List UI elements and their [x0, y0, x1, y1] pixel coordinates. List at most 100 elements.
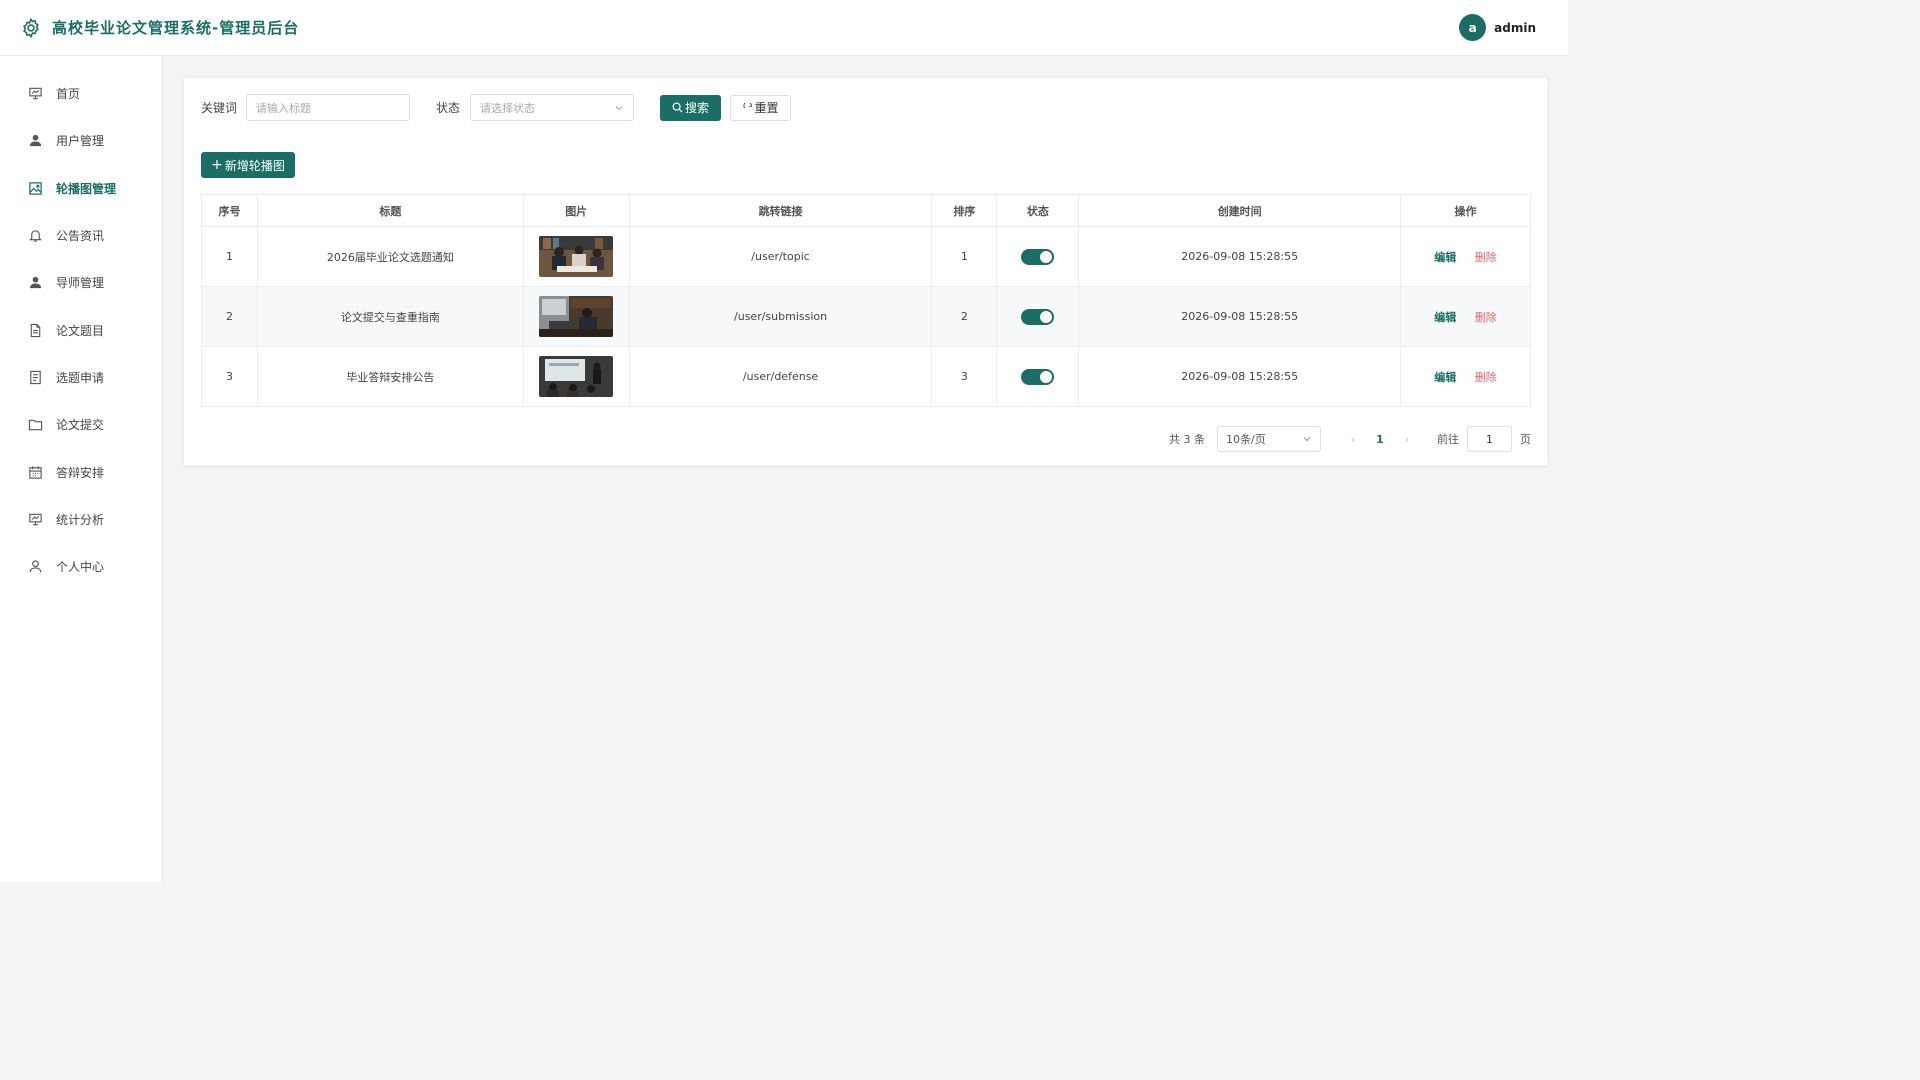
reset-button-label: 重置: [754, 101, 779, 115]
reset-button[interactable]: 重置: [730, 94, 792, 121]
next-page-icon[interactable]: ›: [1397, 433, 1417, 446]
status-toggle[interactable]: [1021, 368, 1055, 385]
calendar-icon: [28, 465, 43, 480]
search-icon: [672, 102, 683, 113]
delete-button[interactable]: 删除: [1475, 311, 1497, 324]
row-title: 毕业答辩安排公告: [256, 346, 524, 407]
carousel-thumbnail[interactable]: [539, 356, 614, 397]
sidebar-item-label: 首页: [56, 87, 81, 102]
row-sort: 1: [931, 226, 998, 287]
edit-button[interactable]: 编辑: [1434, 251, 1456, 264]
user-outline-icon: [28, 559, 43, 574]
gear-icon[interactable]: [20, 17, 42, 39]
page-suffix: 页: [1520, 433, 1531, 446]
document-icon: [28, 323, 43, 338]
status-placeholder: 请选择状态: [480, 101, 536, 115]
sidebar: 首页 用户管理 轮播图管理 公告资讯 导师管理 论文题目 选题申请 论文提交 答…: [0, 56, 163, 882]
sidebar-item-users[interactable]: 用户管理: [0, 117, 162, 164]
row-created: 2026-09-08 15:28:55: [1078, 346, 1402, 407]
row-index: 1: [201, 226, 258, 287]
row-link: /user/defense: [628, 346, 933, 407]
column-header[interactable]: 排序: [931, 194, 998, 227]
user-icon: [28, 133, 43, 148]
column-header[interactable]: 标题: [256, 194, 524, 227]
status-label: 状态: [436, 101, 461, 115]
row-index: 3: [201, 346, 258, 407]
status-toggle[interactable]: [1021, 248, 1055, 265]
sidebar-item-applications[interactable]: 选题申请: [0, 354, 162, 401]
row-created: 2026-09-08 15:28:55: [1078, 286, 1402, 347]
sidebar-item-profile[interactable]: 个人中心: [0, 543, 162, 590]
goto-page-value: 1: [1486, 432, 1493, 446]
search-button[interactable]: 搜索: [660, 94, 722, 121]
avatar[interactable]: a: [1459, 14, 1487, 41]
keyword-input[interactable]: 请输入标题: [246, 94, 411, 121]
app-title: 高校毕业论文管理系统-管理员后台: [52, 19, 300, 37]
sidebar-item-label: 导师管理: [56, 276, 105, 291]
sidebar-item-submissions[interactable]: 论文提交: [0, 401, 162, 448]
status-select[interactable]: 请选择状态: [470, 94, 635, 121]
table-header-row: 序号 标题 图片 跳转链接 排序 状态 创建时间 操作: [201, 194, 1531, 227]
user-icon: [28, 275, 43, 290]
row-title: 论文提交与查重指南: [256, 286, 524, 347]
column-header[interactable]: 状态: [996, 194, 1080, 227]
image-icon: [28, 181, 43, 196]
row-link: /user/submission: [628, 286, 933, 347]
row-actions: 编辑 删除: [1400, 226, 1531, 287]
row-image-cell: [522, 226, 630, 287]
refresh-icon: [742, 102, 753, 113]
status-toggle[interactable]: [1021, 308, 1055, 325]
sidebar-item-label: 个人中心: [56, 560, 105, 575]
chevron-down-icon: [1302, 434, 1312, 444]
row-status-cell: [996, 226, 1080, 287]
sidebar-item-topics[interactable]: 论文题目: [0, 306, 162, 353]
page-size-select[interactable]: 10条/页: [1217, 426, 1321, 452]
keyword-placeholder: 请输入标题: [256, 101, 312, 115]
sidebar-item-label: 统计分析: [56, 512, 105, 527]
username[interactable]: admin: [1494, 21, 1536, 35]
add-carousel-label: 新增轮播图: [224, 158, 285, 173]
total-count: 共 3 条: [1169, 433, 1205, 446]
carousel-table: 序号 标题 图片 跳转链接 排序 状态 创建时间 操作 1 2026届毕业论文选…: [201, 194, 1531, 407]
column-header[interactable]: 跳转链接: [628, 194, 933, 227]
sidebar-item-label: 用户管理: [56, 134, 105, 149]
edit-button[interactable]: 编辑: [1434, 371, 1456, 384]
sidebar-item-mentors[interactable]: 导师管理: [0, 259, 162, 306]
sidebar-item-label: 答辩安排: [56, 465, 105, 480]
edit-button[interactable]: 编辑: [1434, 311, 1456, 324]
plus-icon: +: [211, 157, 223, 173]
column-header[interactable]: 图片: [522, 194, 630, 227]
delete-button[interactable]: 删除: [1475, 371, 1497, 384]
prev-page-icon[interactable]: ‹: [1343, 433, 1363, 446]
row-link: /user/topic: [628, 226, 933, 287]
row-status-cell: [996, 286, 1080, 347]
sidebar-item-defense[interactable]: 答辩安排: [0, 448, 162, 495]
carousel-thumbnail[interactable]: [539, 296, 614, 337]
column-header[interactable]: 序号: [201, 194, 258, 227]
row-created: 2026-09-08 15:28:55: [1078, 226, 1402, 287]
delete-button[interactable]: 删除: [1475, 251, 1497, 264]
sidebar-item-carousel[interactable]: 轮播图管理: [0, 165, 162, 212]
brand: 高校毕业论文管理系统-管理员后台: [20, 17, 299, 39]
page-size-value: 10条/页: [1226, 433, 1266, 446]
sidebar-item-notices[interactable]: 公告资讯: [0, 212, 162, 259]
sidebar-item-statistics[interactable]: 统计分析: [0, 496, 162, 543]
column-header[interactable]: 创建时间: [1078, 194, 1402, 227]
row-image-cell: [522, 286, 630, 347]
sidebar-item-home[interactable]: 首页: [0, 70, 162, 117]
sidebar-item-label: 论文提交: [56, 418, 105, 433]
carousel-thumbnail[interactable]: [539, 236, 614, 277]
chevron-down-icon: [614, 103, 624, 113]
table-row: 3 毕业答辩安排公告 /user/defense 3 2026-09-08 15…: [201, 346, 1531, 407]
page-number[interactable]: 1: [1363, 433, 1397, 446]
add-carousel-button[interactable]: + 新增轮播图: [201, 152, 295, 178]
folder-icon: [28, 417, 43, 432]
goto-page-input[interactable]: 1: [1467, 426, 1512, 452]
row-index: 2: [201, 286, 258, 347]
goto-label: 前往: [1437, 433, 1459, 446]
column-header[interactable]: 操作: [1400, 194, 1531, 227]
presentation-board-icon: [28, 86, 43, 101]
presentation-board-icon: [28, 512, 43, 527]
user-menu[interactable]: a admin: [1459, 14, 1536, 41]
table-row: 2 论文提交与查重指南 /user/submission 2 2026-09-0…: [201, 286, 1531, 347]
